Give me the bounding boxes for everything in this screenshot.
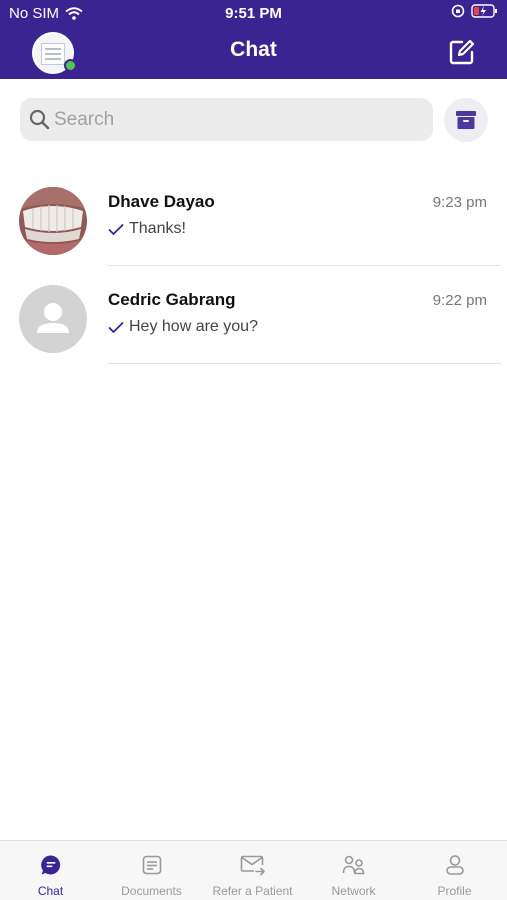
chat-list-item[interactable]: Dhave Dayao 9:23 pm Thanks! [0, 170, 507, 268]
tab-refer-a-patient[interactable]: Refer a Patient [202, 841, 303, 900]
compose-button[interactable] [448, 38, 476, 66]
orientation-lock-icon [451, 4, 465, 18]
battery-charging-icon [471, 4, 497, 18]
documents-icon [142, 855, 161, 875]
envelope-forward-icon [240, 855, 265, 876]
divider [108, 265, 501, 266]
network-people-icon [342, 855, 364, 875]
tab-documents[interactable]: Documents [101, 841, 202, 900]
tab-label: Refer a Patient [212, 884, 293, 898]
checkmark-icon [108, 223, 124, 235]
contact-avatar [19, 187, 87, 255]
contact-name: Dhave Dayao [108, 192, 215, 211]
divider [108, 363, 501, 364]
search-input[interactable] [54, 103, 424, 136]
archive-icon [456, 111, 476, 129]
message-preview: Hey how are you? [108, 318, 258, 336]
tab-label: Chat [37, 884, 64, 898]
chat-list-item[interactable]: Cedric Gabrang 9:22 pm Hey how are you? [0, 268, 507, 366]
page-title: Chat [230, 38, 277, 61]
tab-profile[interactable]: Profile [404, 841, 505, 900]
message-preview: Thanks! [108, 220, 186, 238]
message-preview-text: Thanks! [129, 220, 186, 237]
status-bar: No SIM 9:51 PM [0, 0, 507, 28]
contact-name: Cedric Gabrang [108, 290, 236, 309]
app-header: No SIM 9:51 PM Chat [0, 0, 507, 79]
search-bar[interactable] [20, 98, 433, 141]
tab-label: Profile [437, 884, 472, 898]
message-time: 9:23 pm [432, 194, 487, 211]
tab-network[interactable]: Network [303, 841, 404, 900]
compose-icon [449, 39, 475, 65]
tab-chat[interactable]: Chat [0, 841, 101, 900]
status-time: 9:51 PM [225, 5, 282, 22]
message-time: 9:22 pm [432, 292, 487, 309]
profile-icon [445, 855, 464, 875]
archive-button[interactable] [444, 98, 488, 142]
contact-avatar [19, 285, 87, 353]
teeth-photo [19, 187, 87, 255]
message-preview-text: Hey how are you? [129, 318, 258, 335]
tab-label: Network [331, 884, 376, 898]
status-right [451, 4, 498, 18]
checkmark-icon [108, 321, 124, 333]
search-icon [29, 109, 50, 130]
chat-bubble-icon [40, 855, 60, 875]
tab-label: Documents [121, 884, 182, 898]
bottom-tab-bar: Chat Documents Refer a Patient Network P… [0, 840, 507, 900]
default-person-avatar [19, 285, 87, 353]
